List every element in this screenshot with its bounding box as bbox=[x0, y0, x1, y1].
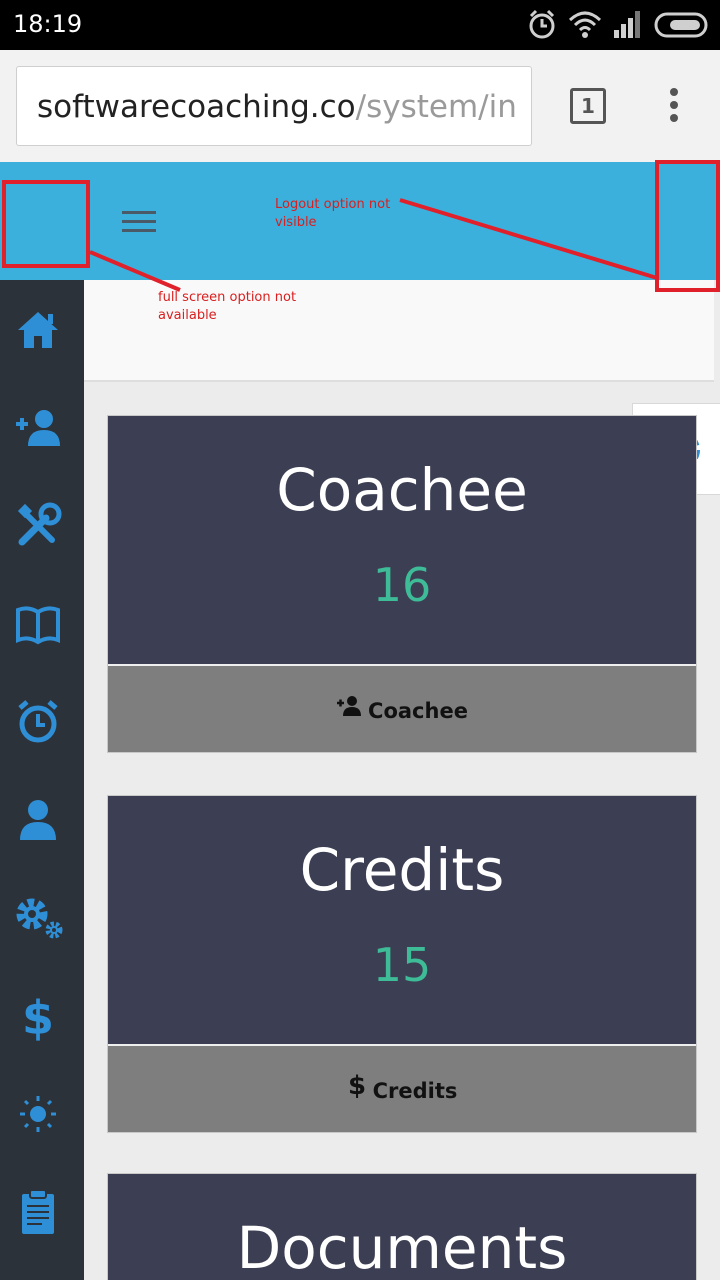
tools-icon[interactable] bbox=[12, 500, 64, 552]
card-header: Credits 15 bbox=[108, 796, 696, 1044]
add-user-icon bbox=[336, 667, 362, 755]
documents-card: Documents bbox=[107, 1173, 697, 1280]
wifi-icon bbox=[568, 8, 602, 44]
credits-button[interactable]: $ Credits bbox=[108, 1044, 696, 1132]
card-header: Coachee 16 bbox=[108, 416, 696, 664]
card-footer-label: Credits bbox=[372, 1079, 458, 1103]
alarm-clock-icon[interactable] bbox=[12, 696, 64, 748]
logout-annotation-box bbox=[655, 160, 720, 292]
fullscreen-annotation-text: full screen option not available bbox=[158, 290, 297, 323]
hamburger-icon[interactable] bbox=[122, 211, 156, 233]
url-domain: softwarecoaching.co bbox=[37, 89, 356, 125]
svg-text:$: $ bbox=[348, 1071, 366, 1098]
status-bar: 18:19 bbox=[0, 0, 720, 50]
card-title: Credits bbox=[299, 836, 505, 904]
overflow-menu-icon[interactable] bbox=[668, 88, 680, 128]
signal-icon bbox=[612, 8, 644, 44]
home-icon[interactable] bbox=[12, 304, 64, 356]
card-footer-label: Coachee bbox=[368, 699, 468, 723]
settings-gears-icon[interactable] bbox=[12, 892, 64, 944]
dollar-icon: $ bbox=[347, 1047, 367, 1135]
logout-annotation-text: Logout option not visible bbox=[275, 197, 391, 230]
clipboard-icon[interactable] bbox=[12, 1186, 64, 1238]
user-icon[interactable] bbox=[12, 794, 64, 846]
alarm-icon bbox=[528, 8, 556, 44]
coachee-card: Coachee 16 Coachee bbox=[107, 415, 697, 753]
credits-card: Credits 15 $ Credits bbox=[107, 795, 697, 1133]
add-coachee-button[interactable]: Coachee bbox=[108, 664, 696, 752]
screen: 18:19 softwarecoaching.co/system/in 1 $ … bbox=[0, 0, 720, 1280]
sun-icon[interactable] bbox=[12, 1088, 64, 1140]
card-count: 16 bbox=[372, 558, 432, 612]
book-icon[interactable] bbox=[12, 598, 64, 650]
url-path: /system/in bbox=[355, 89, 517, 125]
svg-text:$: $ bbox=[22, 991, 54, 1042]
sidebar: $ bbox=[0, 280, 84, 1280]
address-bar[interactable]: softwarecoaching.co/system/in bbox=[16, 66, 532, 146]
card-title: Documents bbox=[236, 1214, 568, 1280]
dollar-icon[interactable]: $ bbox=[12, 990, 64, 1045]
browser-toolbar: softwarecoaching.co/system/in 1 bbox=[0, 50, 720, 162]
card-title: Coachee bbox=[276, 456, 528, 524]
card-header: Documents bbox=[108, 1174, 696, 1280]
card-count: 15 bbox=[372, 938, 432, 992]
tab-switcher-button[interactable]: 1 bbox=[570, 88, 606, 124]
battery-icon bbox=[654, 12, 710, 42]
fullscreen-annotation-box bbox=[2, 180, 90, 268]
status-time: 18:19 bbox=[13, 10, 83, 38]
url-text: softwarecoaching.co/system/in bbox=[37, 89, 517, 125]
add-user-icon[interactable] bbox=[12, 402, 64, 454]
